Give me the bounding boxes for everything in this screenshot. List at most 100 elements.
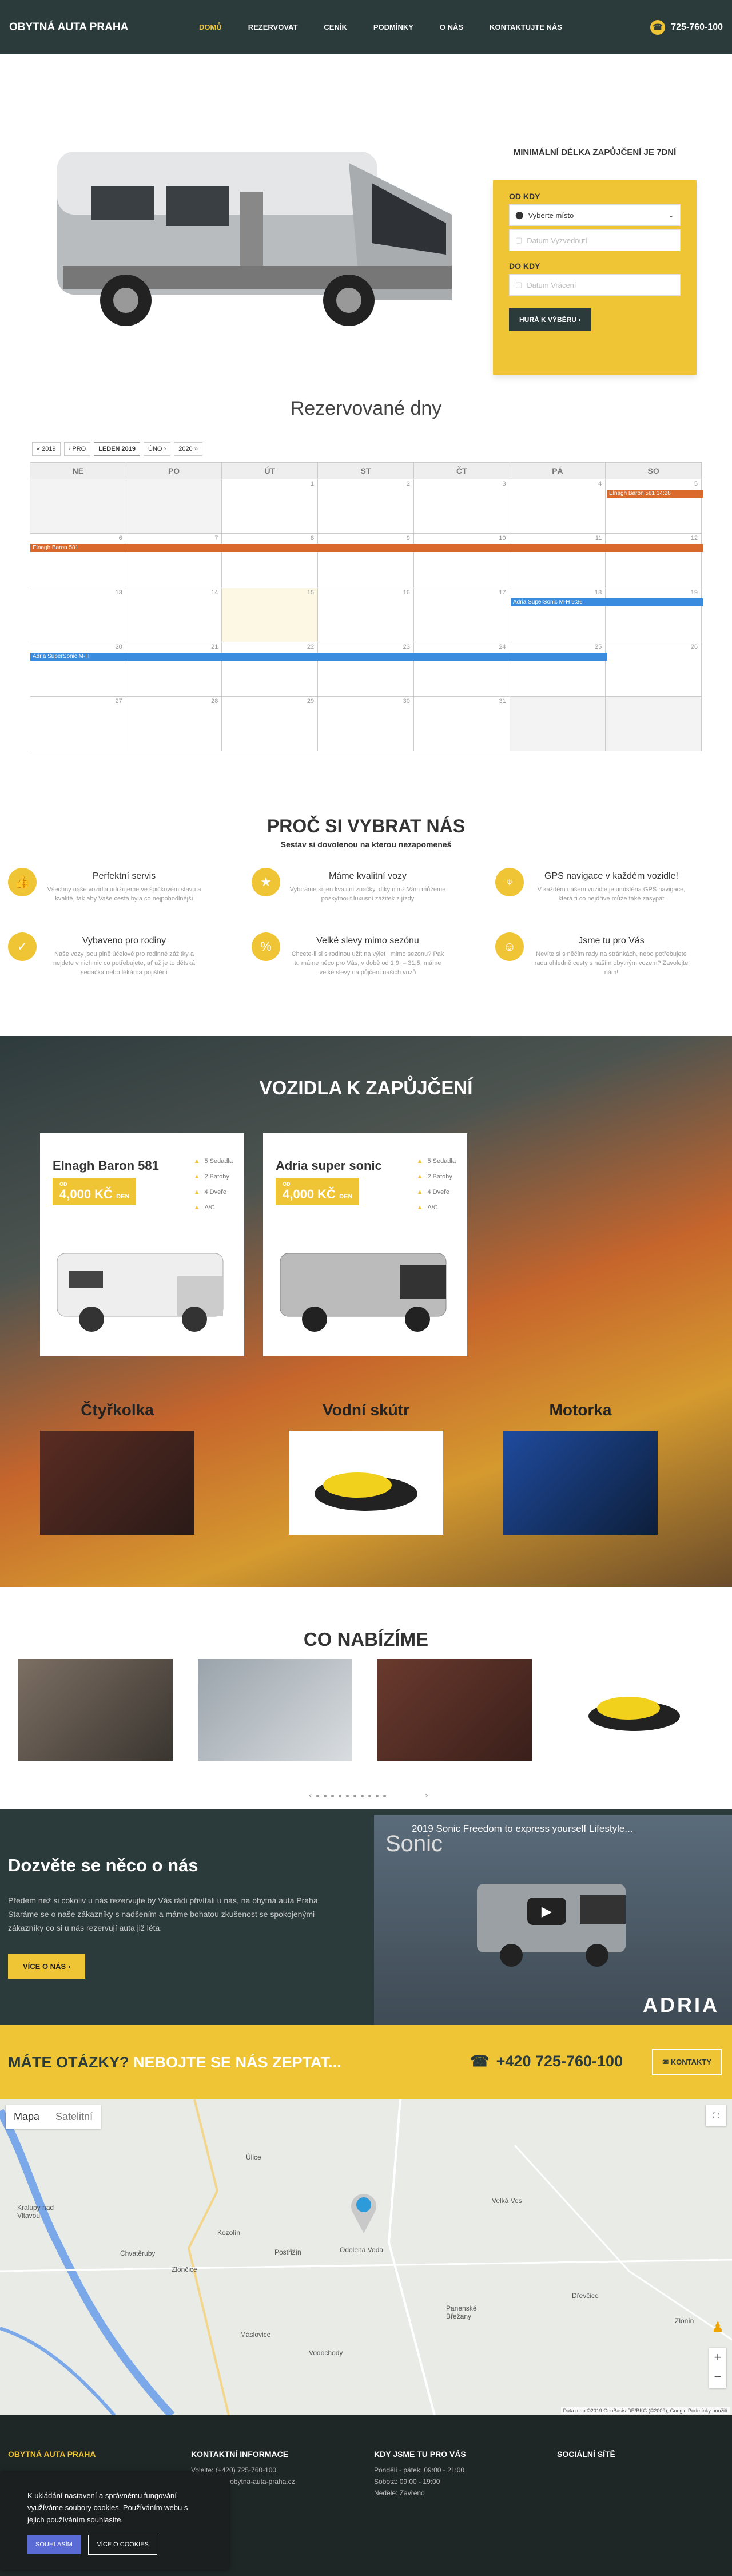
category-label[interactable]: Motorka bbox=[503, 1401, 658, 1419]
youtube-video[interactable]: 2019 Sonic Freedom to express yourself L… bbox=[374, 1815, 732, 2025]
day-cell[interactable]: 12 bbox=[606, 534, 702, 588]
carousel-dot[interactable] bbox=[324, 1794, 327, 1797]
pickup-date-input[interactable]: ▢ Datum Vyzvednutí bbox=[509, 229, 681, 251]
street-view-icon[interactable]: ♟ bbox=[709, 2319, 726, 2340]
about-title: Dozvěte se něco o nás bbox=[8, 1855, 198, 1875]
nav-home[interactable]: DOMŮ bbox=[199, 23, 222, 31]
day-cell[interactable]: 26 bbox=[606, 642, 702, 696]
nav-reserve[interactable]: REZERVOVAT bbox=[248, 23, 298, 31]
offer-thumb-motorbike[interactable] bbox=[18, 1659, 173, 1761]
carousel-dot[interactable] bbox=[368, 1794, 372, 1797]
cta-question: MÁTE OTÁZKY? NEBOJTE SE NÁS ZEPTAT... bbox=[8, 2054, 341, 2071]
video-title[interactable]: 2019 Sonic Freedom to express yourself L… bbox=[412, 1823, 632, 1835]
day-cell[interactable]: 4 bbox=[510, 479, 606, 533]
zoom-out-icon[interactable]: − bbox=[709, 2367, 726, 2387]
day-cell[interactable]: 24 bbox=[414, 642, 510, 696]
current-month-button[interactable]: LEDEN 2019 bbox=[94, 442, 141, 456]
offer-thumb-jetski[interactable] bbox=[557, 1659, 711, 1761]
day-cell[interactable]: 22 bbox=[222, 642, 319, 696]
carousel-dot[interactable] bbox=[353, 1794, 357, 1797]
day-cell[interactable]: 18 bbox=[510, 588, 606, 642]
carousel-dot[interactable] bbox=[331, 1794, 335, 1797]
day-cell[interactable]: 1 bbox=[222, 479, 319, 533]
category-label[interactable]: Čtyřkolka bbox=[40, 1401, 194, 1419]
reservation-event[interactable]: Adria SuperSonic M-H 9:36 bbox=[511, 598, 703, 606]
day-cell[interactable] bbox=[510, 697, 606, 751]
day-cell[interactable] bbox=[30, 479, 126, 533]
day-cell[interactable]: 19 bbox=[606, 588, 702, 642]
map-tab-satellite[interactable]: Satelitní bbox=[47, 2105, 101, 2129]
motorbike-image[interactable] bbox=[503, 1431, 658, 1535]
day-cell[interactable]: 31 bbox=[414, 697, 510, 751]
day-cell[interactable]: 11 bbox=[510, 534, 606, 588]
cookie-agree-button[interactable]: SOUHLASÍM bbox=[27, 2535, 81, 2554]
offer-thumb-motorhome[interactable] bbox=[198, 1659, 352, 1761]
day-cell[interactable]: 17 bbox=[414, 588, 510, 642]
day-cell[interactable]: 21 bbox=[126, 642, 222, 696]
carousel-dot[interactable] bbox=[376, 1794, 379, 1797]
offer-thumb-quad[interactable] bbox=[377, 1659, 532, 1761]
reservation-event[interactable]: Elnagh Baron 581 bbox=[30, 544, 703, 552]
day-cell[interactable]: 3 bbox=[414, 479, 510, 533]
return-date-input[interactable]: ▢ Datum Vrácení bbox=[509, 274, 681, 296]
nav-about[interactable]: O NÁS bbox=[440, 23, 463, 31]
day-cell[interactable]: 14 bbox=[126, 588, 222, 642]
day-cell[interactable]: 30 bbox=[318, 697, 414, 751]
carousel-dot[interactable] bbox=[316, 1794, 320, 1797]
day-cell[interactable]: 5 bbox=[606, 479, 702, 533]
day-cell[interactable]: 13 bbox=[30, 588, 126, 642]
site-logo[interactable]: OBYTNÁ AUTA PRAHA bbox=[9, 21, 192, 34]
carousel-dot[interactable] bbox=[383, 1794, 387, 1797]
header-phone[interactable]: ☎ 725-760-100 bbox=[650, 19, 723, 35]
day-cell[interactable]: 23 bbox=[318, 642, 414, 696]
next-month-button[interactable]: ÚNO › bbox=[144, 442, 171, 456]
zoom-in-icon[interactable]: + bbox=[709, 2348, 726, 2367]
day-cell[interactable]: 7 bbox=[126, 534, 222, 588]
carousel-dot[interactable] bbox=[346, 1794, 349, 1797]
day-cell[interactable]: 25 bbox=[510, 642, 606, 696]
reservation-event[interactable]: Adria SuperSonic M-H bbox=[30, 653, 607, 661]
day-cell[interactable] bbox=[606, 697, 702, 751]
day-cell[interactable] bbox=[126, 479, 222, 533]
play-icon[interactable]: ▶ bbox=[527, 1898, 566, 1925]
google-map[interactable]: Mapa Satelitní Úlice Velká Ves Kozolín C… bbox=[0, 2099, 732, 2415]
nav-pricing[interactable]: CENÍK bbox=[324, 23, 347, 31]
nav-conditions[interactable]: PODMÍNKY bbox=[373, 23, 413, 31]
fullscreen-icon[interactable]: ⛶ bbox=[706, 2105, 726, 2126]
place-select[interactable]: ⬤ Vyberte místo ⌄ bbox=[509, 204, 681, 226]
cta-phone[interactable]: ☎ +420 725-760-100 bbox=[470, 2053, 623, 2070]
vehicle-card[interactable]: Elnagh Baron 581 OD 4,000 KČ DEN ▲ 5 Seda… bbox=[40, 1133, 244, 1356]
day-cell[interactable]: 2 bbox=[318, 479, 414, 533]
about-more-button[interactable]: VÍCE O NÁS › bbox=[8, 1954, 86, 1979]
search-submit-button[interactable]: HURÁ K VÝBĚRU › bbox=[509, 308, 591, 331]
nav-contact[interactable]: KONTAKTUJTE NÁS bbox=[490, 23, 562, 31]
next-year-button[interactable]: 2020 » bbox=[174, 442, 202, 456]
day-cell[interactable]: 6 bbox=[30, 534, 126, 588]
day-cell-today[interactable]: 15 bbox=[222, 588, 319, 642]
vehicle-card[interactable]: Adria super sonic OD 4,000 KČ DEN ▲ 5 Sed… bbox=[263, 1133, 467, 1356]
chevron-right-icon[interactable]: › bbox=[425, 1791, 428, 1801]
chevron-left-icon[interactable]: ‹ bbox=[309, 1791, 312, 1801]
prev-year-button[interactable]: « 2019 bbox=[32, 442, 61, 456]
day-cell[interactable]: 8 bbox=[222, 534, 319, 588]
day-cell[interactable]: 20 bbox=[30, 642, 126, 696]
day-cell[interactable]: 10 bbox=[414, 534, 510, 588]
quad-image[interactable] bbox=[40, 1431, 194, 1535]
day-cell[interactable]: 28 bbox=[126, 697, 222, 751]
contacts-button[interactable]: ✉ KONTAKTY bbox=[652, 2049, 722, 2075]
prev-month-button[interactable]: ‹ PRO bbox=[63, 442, 91, 456]
day-cell[interactable]: 9 bbox=[318, 534, 414, 588]
day-cell[interactable]: 27 bbox=[30, 697, 126, 751]
reservation-event[interactable]: Elnagh Baron 581 14:28 bbox=[607, 490, 703, 498]
carousel-dot[interactable] bbox=[339, 1794, 342, 1797]
cookie-more-button[interactable]: VÍCE O COOKIES bbox=[88, 2535, 157, 2555]
price-unit: DEN bbox=[339, 1193, 353, 1200]
day-cell[interactable]: 29 bbox=[222, 697, 319, 751]
category-label[interactable]: Vodní skútr bbox=[289, 1401, 443, 1419]
carousel-dot[interactable] bbox=[361, 1794, 364, 1797]
feature-title: Máme kvalitní vozy bbox=[328, 871, 407, 881]
map-tab-map[interactable]: Mapa bbox=[6, 2105, 47, 2129]
map-pin-icon[interactable] bbox=[349, 2191, 379, 2234]
day-cell[interactable]: 16 bbox=[318, 588, 414, 642]
jetski-image[interactable] bbox=[289, 1431, 443, 1535]
